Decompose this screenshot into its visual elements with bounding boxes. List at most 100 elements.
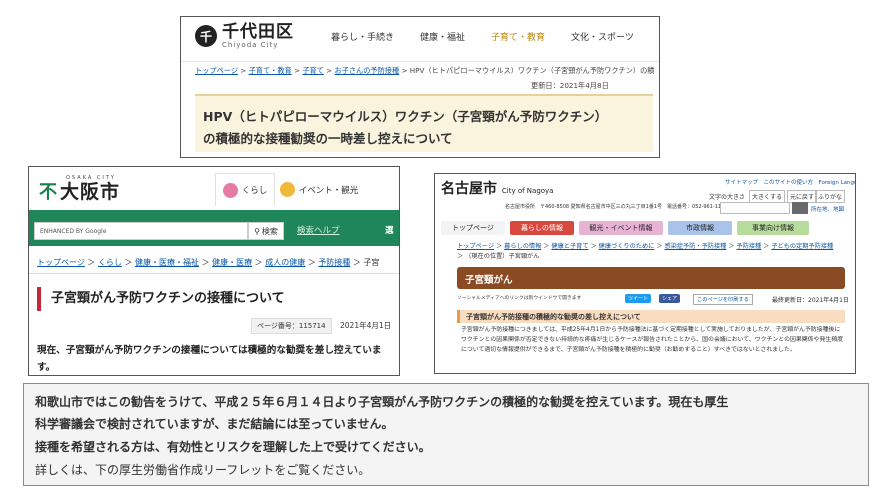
event-icon [279,182,295,197]
breadcrumb-link[interactable]: くらし [98,258,122,267]
breadcrumb-link[interactable]: 健康・医療・福祉 [135,258,199,267]
osaka-city-name-en: OSAKA CITY [66,175,116,181]
osaka-breadcrumb: トップページ ＞ くらし ＞ 健康・医療・福祉 ＞ 健康・医療 ＞ 成人の健康 … [37,257,379,268]
tweet-button[interactable]: ツイート [625,294,652,303]
nagoya-nav-item[interactable]: 市政情報 [668,221,732,235]
breadcrumb-link[interactable]: 子どもの定期予防接種 [771,243,833,250]
breadcrumb-separator: ＞ [252,258,266,267]
breadcrumb-separator: ＞ [305,258,319,267]
nagoya-nav-item[interactable]: 事業向け情報 [737,221,809,235]
tab-event-label: イベント・観光 [298,185,359,196]
nagoya-logo[interactable]: 名古屋市 City of Nagoya [441,178,553,198]
breadcrumb-link[interactable]: トップページ [195,66,238,75]
chiyoda-title-line-1: HPV（ヒトパピローマウイルス）ワクチン（子宮頸がん予防ワクチン） [203,109,608,124]
divider [181,61,659,62]
chiyoda-logo[interactable]: 千 千代田区 Chiyoda City [195,23,294,49]
chiyoda-nav-item[interactable]: 健康・福祉 [420,30,465,43]
breadcrumb-current: HPV（ヒトパピローマウイルス）ワクチン（子宮頸がん予防ワクチン）の積 [409,66,655,75]
search-placeholder: ENHANCED BY Google [40,228,107,235]
osaka-search-input[interactable]: ENHANCED BY Google [34,222,248,240]
breadcrumb-separator: ＞ [457,253,466,260]
search-extra-link[interactable]: 選 [385,224,394,236]
breadcrumb-link[interactable]: 成人の健康 [265,258,305,267]
chiyoda-page-title: HPV（ヒトパピローマウイルス）ワクチン（子宮頸がん予防ワクチン） の積極的な接… [195,94,653,152]
osaka-date: 2021年4月1日 [340,321,392,330]
chiyoda-title-line-2: の積極的な接種勧奨の一時差し控えについて [203,131,453,146]
chiyoda-nav-item[interactable]: 文化・スポーツ [571,30,634,43]
breadcrumb-separator: > [323,66,335,75]
chiyoda-webpage-screenshot: 千 千代田区 Chiyoda City 暮らし・手続き 健康・福祉 子育て・教育 文化… [180,16,660,158]
nagoya-global-nav: トップページ 暮らしの情報 観光・イベント情報 市政情報 事業向け情報 [441,221,814,235]
search-help-link[interactable]: 検索ヘルプ [297,224,340,236]
furigana-button[interactable]: ふりがな [815,190,846,203]
nagoya-updated-date: 最終更新日：2021年4月1日 [772,297,849,304]
breadcrumb-separator: ＞ [84,258,98,267]
osaka-logo[interactable]: 不 OSAKA CITY 大阪市 [39,175,121,204]
breadcrumb-link[interactable]: 子育て・教育 [249,66,292,75]
breadcrumb-separator: > [237,66,249,75]
breadcrumb-link[interactable]: 予防接種 [736,243,761,250]
breadcrumb-separator: ＞ [761,243,772,250]
chiyoda-city-name: 千代田区 [222,22,294,42]
breadcrumb-separator: ＞ [726,243,737,250]
nagoya-search-button[interactable] [792,202,808,214]
osaka-webpage-screenshot: 不 OSAKA CITY 大阪市 くらし イベント・観光 ENHANCED BY… [28,166,400,376]
breadcrumb-separator: ＞ [350,258,364,267]
notice-line-3: 接種を希望される方は、有効性とリスクを理解した上で受けてください。 [35,440,431,454]
osaka-page-title: 子宮頸がん予防ワクチンの接種について [37,287,285,311]
chiyoda-updated-date: 更新日：2021年4月8日 [531,81,609,90]
print-page-link[interactable]: このページを印刷する [693,294,753,305]
nagoya-city-name: 名古屋市 [441,181,497,197]
breadcrumb-separator: ＞ [121,258,136,267]
nagoya-body-text: 子宮頸がん予防接種につきましては、平成25年4月1日から予防接種法に基づく定期接… [461,327,844,353]
notice-line-1: 和歌山市ではこの勧告をうけて、平成２５年６月１４日より子宮頸がん予防ワクチンの積… [35,395,729,409]
breadcrumb-link[interactable]: 健康と子育て [551,243,588,250]
chiyoda-nav-item[interactable]: 子育て・教育 [491,30,545,43]
wakayama-notice-box: 和歌山市ではこの勧告をうけて、平成２５年６月１４日より子宮頸がん予防ワクチンの積… [23,383,869,486]
breadcrumb-link[interactable]: お子さんの予防接種 [334,66,399,75]
share-button[interactable]: シェア [659,294,681,303]
breadcrumb-link[interactable]: 感染症予防・予防接種 [664,243,726,250]
breadcrumb-separator: ＞ [588,243,599,250]
nagoya-breadcrumb: トップページ ＞ 暮らしの情報 ＞ 健康と子育て ＞ 健康づくりのために ＞ 感… [457,242,837,262]
breadcrumb-link[interactable]: トップページ [457,243,494,250]
breadcrumb-current: （現在の位置）子宮頸がん [465,253,540,260]
osaka-page-number: ページ番号：115714 [251,318,332,334]
tab-kurashi[interactable]: くらし [215,173,275,206]
nagoya-page-title: 子宮頸がん [457,267,845,289]
nagoya-city-name-en: City of Nagoya [501,187,554,195]
nagoya-nav-item[interactable]: 観光・イベント情報 [579,221,663,235]
osaka-city-name: 大阪市 [60,181,121,203]
chiyoda-breadcrumb: トップページ > 子育て・教育 > 子育て > お子さんの予防接種 > HPV（… [195,66,654,76]
breadcrumb-link[interactable]: 健康づくりのために [599,243,655,250]
social-note: ソーシャルメディアへのリンクは別ウインドウで開きます [457,296,582,301]
chiyoda-emblem-icon: 千 [195,25,217,47]
osaka-search-button[interactable]: ⚲ 検索 [248,222,284,240]
access-map-link[interactable]: 所在地、地図 [811,205,844,213]
nagoya-top-links[interactable]: サイトマップ このサイトの使い方 Foreign Language [725,178,855,186]
chiyoda-city-name-en: Chiyoda City [222,41,279,49]
nagoya-nav-item[interactable]: トップページ [441,221,505,235]
breadcrumb-separator: ＞ [654,243,665,250]
search-button-label: 検索 [261,226,278,236]
nagoya-search-input[interactable] [720,202,790,214]
tab-event-kanko[interactable]: イベント・観光 [279,173,359,206]
nagoya-nav-item[interactable]: 暮らしの情報 [510,221,574,235]
osaka-body-text: 現在、子宮頸がん予防ワクチンの接種については積極的な勧奨を差し控えています。 [37,345,382,373]
chiyoda-nav-item[interactable]: 暮らし・手続き [331,30,394,43]
search-icon: ⚲ [254,226,260,236]
breadcrumb-link[interactable]: 予防接種 [318,258,350,267]
breadcrumb-link[interactable]: トップページ [37,258,85,267]
tab-kurashi-label: くらし [241,186,268,196]
font-size-label: 文字の大きさ [709,194,746,201]
nagoya-subheading: 子宮頸がん予防接種の積極的な勧奨の差し控えについて [457,310,845,323]
breadcrumb-link[interactable]: 子育て [302,66,324,75]
nagoya-webpage-screenshot: 名古屋市 City of Nagoya サイトマップ このサイトの使い方 For… [434,173,856,374]
breadcrumb-link[interactable]: 暮らしの情報 [504,243,541,250]
breadcrumb-current: 子宮 [363,258,380,267]
breadcrumb-separator: ＞ [199,258,213,267]
osaka-emblem-icon: 不 [39,181,57,203]
breadcrumb-link[interactable]: 健康・医療 [212,258,252,267]
divider [29,273,399,274]
chiyoda-global-nav: 暮らし・手続き健康・福祉子育て・教育文化・スポーツまちづ [331,30,659,43]
